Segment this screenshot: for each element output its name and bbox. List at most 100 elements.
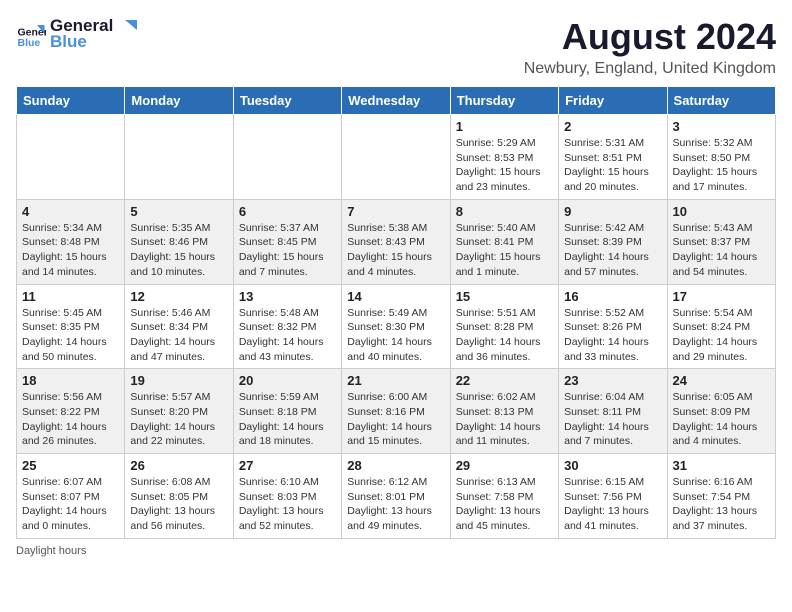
- day-number: 13: [239, 289, 336, 304]
- day-info: Sunrise: 6:05 AMSunset: 8:09 PMDaylight:…: [673, 390, 770, 449]
- day-info: Sunrise: 6:00 AMSunset: 8:16 PMDaylight:…: [347, 390, 444, 449]
- calendar-header-row: SundayMondayTuesdayWednesdayThursdayFrid…: [17, 87, 776, 115]
- day-info: Sunrise: 6:12 AMSunset: 8:01 PMDaylight:…: [347, 475, 444, 534]
- calendar-cell: 23 Sunrise: 6:04 AMSunset: 8:11 PMDayligh…: [559, 369, 667, 454]
- month-title: August 2024: [524, 16, 776, 58]
- day-number: 23: [564, 373, 661, 388]
- day-info: Sunrise: 5:42 AMSunset: 8:39 PMDaylight:…: [564, 221, 661, 280]
- day-info: Sunrise: 6:16 AMSunset: 7:54 PMDaylight:…: [673, 475, 770, 534]
- day-number: 9: [564, 204, 661, 219]
- day-number: 22: [456, 373, 553, 388]
- calendar-cell: 16Sunrise: 5:52 AMSunset: 8:26 PMDayligh…: [559, 284, 667, 369]
- day-header-monday: Monday: [125, 87, 233, 115]
- calendar-cell: [233, 115, 341, 200]
- calendar-cell: 27 Sunrise: 6:10 AMSunset: 8:03 PMDayligh…: [233, 454, 341, 539]
- day-number: 8: [456, 204, 553, 219]
- day-number: 6: [239, 204, 336, 219]
- day-number: 31: [673, 458, 770, 473]
- calendar-cell: 22 Sunrise: 6:02 AMSunset: 8:13 PMDayligh…: [450, 369, 558, 454]
- title-area: August 2024 Newbury, England, United Kin…: [524, 16, 776, 78]
- calendar-cell: 15 Sunrise: 5:51 AMSunset: 8:28 PMDayligh…: [450, 284, 558, 369]
- footer-note: Daylight hours: [16, 545, 776, 557]
- day-header-sunday: Sunday: [17, 87, 125, 115]
- day-info: Sunrise: 6:08 AMSunset: 8:05 PMDaylight:…: [130, 475, 227, 534]
- calendar-cell: [125, 115, 233, 200]
- day-info: Sunrise: 6:07 AMSunset: 8:07 PMDaylight:…: [22, 475, 119, 534]
- calendar-cell: 17 Sunrise: 5:54 AMSunset: 8:24 PMDayligh…: [667, 284, 775, 369]
- day-number: 30: [564, 458, 661, 473]
- day-info: Sunrise: 6:10 AMSunset: 8:03 PMDaylight:…: [239, 475, 336, 534]
- calendar-week-row: 18Sunrise: 5:56 AMSunset: 8:22 PMDayligh…: [17, 369, 776, 454]
- day-number: 10: [673, 204, 770, 219]
- day-number: 24: [673, 373, 770, 388]
- calendar-cell: 12 Sunrise: 5:46 AMSunset: 8:34 PMDayligh…: [125, 284, 233, 369]
- calendar-cell: 26 Sunrise: 6:08 AMSunset: 8:05 PMDayligh…: [125, 454, 233, 539]
- day-number: 17: [673, 289, 770, 304]
- day-number: 7: [347, 204, 444, 219]
- day-info: Sunrise: 5:52 AMSunset: 8:26 PMDaylight:…: [564, 306, 661, 365]
- calendar-cell: 31 Sunrise: 6:16 AMSunset: 7:54 PMDayligh…: [667, 454, 775, 539]
- calendar-cell: 2 Sunrise: 5:31 AMSunset: 8:51 PMDaylight…: [559, 115, 667, 200]
- day-info: Sunrise: 6:02 AMSunset: 8:13 PMDaylight:…: [456, 390, 553, 449]
- day-info: Sunrise: 6:15 AMSunset: 7:56 PMDaylight:…: [564, 475, 661, 534]
- calendar-week-row: 25 Sunrise: 6:07 AMSunset: 8:07 PMDayligh…: [17, 454, 776, 539]
- day-number: 19: [130, 373, 227, 388]
- day-info: Sunrise: 5:38 AMSunset: 8:43 PMDaylight:…: [347, 221, 444, 280]
- day-info: Sunrise: 5:51 AMSunset: 8:28 PMDaylight:…: [456, 306, 553, 365]
- day-info: Sunrise: 5:57 AMSunset: 8:20 PMDaylight:…: [130, 390, 227, 449]
- calendar-cell: 11Sunrise: 5:45 AMSunset: 8:35 PMDayligh…: [17, 284, 125, 369]
- day-info: Sunrise: 5:56 AMSunset: 8:22 PMDaylight:…: [22, 390, 119, 449]
- day-number: 21: [347, 373, 444, 388]
- day-info: Sunrise: 5:45 AMSunset: 8:35 PMDaylight:…: [22, 306, 119, 365]
- calendar-cell: 19 Sunrise: 5:57 AMSunset: 8:20 PMDayligh…: [125, 369, 233, 454]
- calendar-cell: 28 Sunrise: 6:12 AMSunset: 8:01 PMDayligh…: [342, 454, 450, 539]
- calendar-cell: 3 Sunrise: 5:32 AMSunset: 8:50 PMDaylight…: [667, 115, 775, 200]
- calendar-cell: 10Sunrise: 5:43 AMSunset: 8:37 PMDayligh…: [667, 199, 775, 284]
- calendar-cell: 5 Sunrise: 5:35 AMSunset: 8:46 PMDaylight…: [125, 199, 233, 284]
- day-number: 29: [456, 458, 553, 473]
- day-number: 3: [673, 119, 770, 134]
- location-title: Newbury, England, United Kingdom: [524, 60, 776, 78]
- day-number: 5: [130, 204, 227, 219]
- calendar-cell: [342, 115, 450, 200]
- day-info: Sunrise: 6:04 AMSunset: 8:11 PMDaylight:…: [564, 390, 661, 449]
- day-info: Sunrise: 5:29 AMSunset: 8:53 PMDaylight:…: [456, 136, 553, 195]
- calendar-cell: 7 Sunrise: 5:38 AMSunset: 8:43 PMDaylight…: [342, 199, 450, 284]
- calendar-cell: 29 Sunrise: 6:13 AMSunset: 7:58 PMDayligh…: [450, 454, 558, 539]
- calendar-cell: 25 Sunrise: 6:07 AMSunset: 8:07 PMDayligh…: [17, 454, 125, 539]
- calendar-cell: 14Sunrise: 5:49 AMSunset: 8:30 PMDayligh…: [342, 284, 450, 369]
- day-number: 25: [22, 458, 119, 473]
- day-number: 15: [456, 289, 553, 304]
- calendar-cell: 13Sunrise: 5:48 AMSunset: 8:32 PMDayligh…: [233, 284, 341, 369]
- day-number: 27: [239, 458, 336, 473]
- calendar-cell: 8 Sunrise: 5:40 AMSunset: 8:41 PMDaylight…: [450, 199, 558, 284]
- day-info: Sunrise: 5:31 AMSunset: 8:51 PMDaylight:…: [564, 136, 661, 195]
- calendar-cell: 24 Sunrise: 6:05 AMSunset: 8:09 PMDayligh…: [667, 369, 775, 454]
- day-info: Sunrise: 5:37 AMSunset: 8:45 PMDaylight:…: [239, 221, 336, 280]
- day-info: Sunrise: 5:35 AMSunset: 8:46 PMDaylight:…: [130, 221, 227, 280]
- calendar-week-row: 4Sunrise: 5:34 AMSunset: 8:48 PMDaylight…: [17, 199, 776, 284]
- day-number: 2: [564, 119, 661, 134]
- calendar-cell: 1 Sunrise: 5:29 AMSunset: 8:53 PMDaylight…: [450, 115, 558, 200]
- day-header-friday: Friday: [559, 87, 667, 115]
- logo-bird-icon: [115, 16, 137, 36]
- day-info: Sunrise: 6:13 AMSunset: 7:58 PMDaylight:…: [456, 475, 553, 534]
- day-number: 28: [347, 458, 444, 473]
- day-number: 26: [130, 458, 227, 473]
- logo-icon: General Blue: [16, 19, 46, 49]
- calendar-cell: 9 Sunrise: 5:42 AMSunset: 8:39 PMDaylight…: [559, 199, 667, 284]
- calendar-table: SundayMondayTuesdayWednesdayThursdayFrid…: [16, 86, 776, 539]
- logo: General Blue General Blue: [16, 16, 137, 52]
- day-info: Sunrise: 5:40 AMSunset: 8:41 PMDaylight:…: [456, 221, 553, 280]
- day-info: Sunrise: 5:32 AMSunset: 8:50 PMDaylight:…: [673, 136, 770, 195]
- day-info: Sunrise: 5:54 AMSunset: 8:24 PMDaylight:…: [673, 306, 770, 365]
- day-number: 14: [347, 289, 444, 304]
- day-number: 1: [456, 119, 553, 134]
- calendar-week-row: 11Sunrise: 5:45 AMSunset: 8:35 PMDayligh…: [17, 284, 776, 369]
- day-header-wednesday: Wednesday: [342, 87, 450, 115]
- day-number: 12: [130, 289, 227, 304]
- calendar-cell: 21 Sunrise: 6:00 AMSunset: 8:16 PMDayligh…: [342, 369, 450, 454]
- day-number: 4: [22, 204, 119, 219]
- calendar-week-row: 1 Sunrise: 5:29 AMSunset: 8:53 PMDaylight…: [17, 115, 776, 200]
- day-info: Sunrise: 5:46 AMSunset: 8:34 PMDaylight:…: [130, 306, 227, 365]
